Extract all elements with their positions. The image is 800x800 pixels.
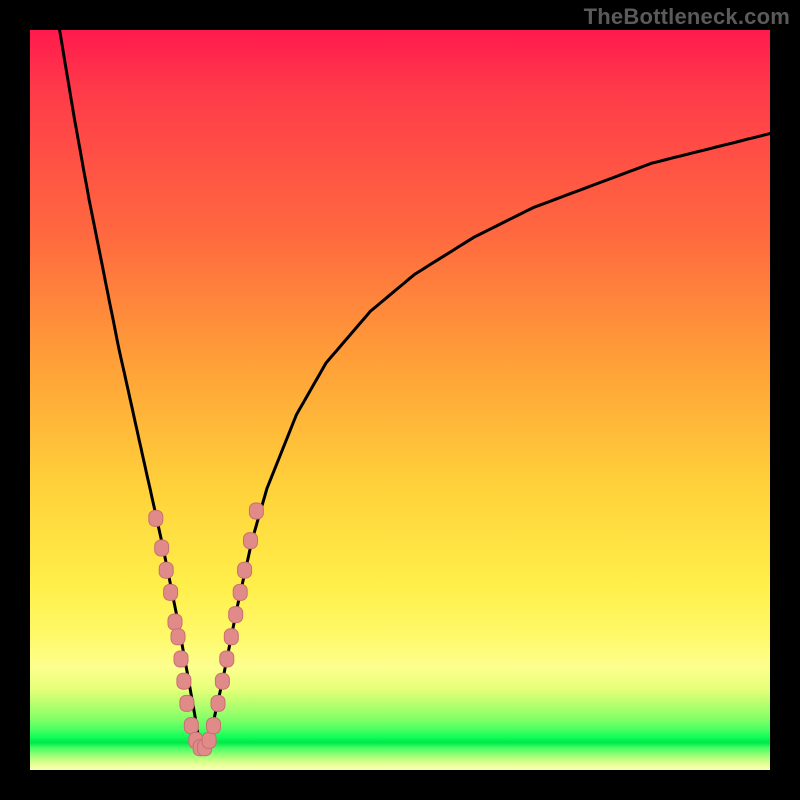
plot-area (30, 30, 770, 770)
sample-marker (249, 503, 263, 519)
sample-marker (229, 607, 243, 623)
sample-marker (211, 695, 225, 711)
sample-marker (244, 533, 258, 549)
sample-marker (220, 651, 234, 667)
bottleneck-curve-path (60, 30, 770, 748)
sample-marker (215, 673, 229, 689)
sample-marker (233, 584, 247, 600)
sample-marker (155, 540, 169, 556)
watermark-text: TheBottleneck.com (584, 4, 790, 30)
sample-marker (180, 695, 194, 711)
sample-marker (164, 584, 178, 600)
sample-marker (149, 510, 163, 526)
sample-marker (168, 614, 182, 630)
sample-marker (159, 562, 173, 578)
sample-marker (171, 629, 185, 645)
bottleneck-curve (60, 30, 770, 748)
sample-marker (184, 718, 198, 734)
curve-layer (30, 30, 770, 770)
sample-marker (174, 651, 188, 667)
sample-marker (202, 732, 216, 748)
chart-frame: TheBottleneck.com (0, 0, 800, 800)
sample-marker (177, 673, 191, 689)
sample-marker (238, 562, 252, 578)
sample-marker (224, 629, 238, 645)
sample-marker (207, 718, 221, 734)
sample-markers (149, 503, 264, 756)
